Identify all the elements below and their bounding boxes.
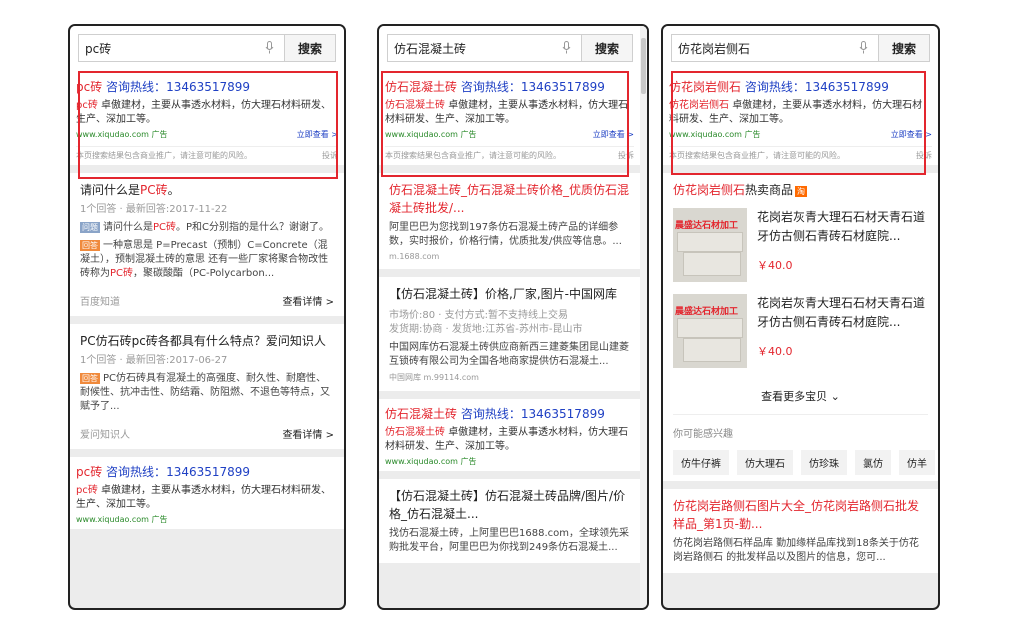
ad-description: 仿石混凝土砖 卓傲建材，主要从事透水材料，仿大理石材料研发、生产、深加工等。 <box>385 100 629 125</box>
ad-title[interactable]: 仿石混凝土砖 咨询热线：13463517899 <box>385 405 634 423</box>
product-item[interactable]: 晨盛达石材加工 花岗岩灰青大理石石材天青石道牙仿古侧石青砖石材庭院... ￥40… <box>673 294 928 368</box>
result-card[interactable]: 【仿石混凝土砖】仿石混凝土砖品牌/图片/价格_仿石混凝土... 找仿石混凝土砖，… <box>379 479 640 563</box>
product-image[interactable]: 晨盛达石材加工 <box>673 294 747 368</box>
search-query: 仿石混凝土砖 <box>394 41 467 56</box>
chip[interactable]: 仿牛仔裤 <box>673 450 729 475</box>
result-meta: 1个回答 · 最新回答:2017-11-22 <box>80 204 228 215</box>
ad-description: 仿花岗岩侧石 卓傲建材，主要从事透水材料，仿大理石材料研发、生产、深加工等。 <box>669 100 923 125</box>
scrollbar-thumb[interactable] <box>641 38 646 94</box>
hot-goods-card: 仿花岗岩侧石热卖商品淘 晨盛达石材加工 花岗岩灰青大理石石材天青石道牙仿古侧石青… <box>663 173 938 481</box>
ad-title[interactable]: pc砖 咨询热线：13463517899 <box>76 78 338 96</box>
phone-frame-1: pc砖 搜索 pc砖 咨询热线：13463517899 pc砖 卓傲建材，主要从… <box>68 24 346 610</box>
view-more-items-button[interactable]: 查看更多宝贝 ⌄ <box>673 380 928 415</box>
answer-snippet: 回答 一种意思是 P=Precast（预制）C=Concrete（混凝土），预制混… <box>80 240 329 279</box>
search-input[interactable]: 仿石混凝土砖 <box>387 34 581 62</box>
result-meta: 市场价:80 · 支付方式:暂不支持线上交易 <box>389 310 568 321</box>
result-card[interactable]: 【仿石混凝土砖】价格,厂家,图片-中国网库 市场价:80 · 支付方式:暂不支持… <box>379 277 640 391</box>
answer-snippet: 回答 PC仿石砖具有混凝土的高强度、耐久性、耐磨性、耐候性、抗冲击性、防结霜、防阻… <box>80 373 330 412</box>
ad-go-link[interactable]: 立即查看 > <box>891 129 932 140</box>
phone-frame-3: 仿花岗岩侧石 搜索 仿花岗岩侧石 咨询热线：13463517899 仿花岗岩侧石… <box>661 24 940 610</box>
ad-url-row: www.xiqudao.com 广告 立即查看 > <box>385 129 634 140</box>
result-card[interactable]: PC仿石砖pc砖各都具有什么特点？爱问知识人 1个回答 · 最新回答:2017-… <box>70 324 344 449</box>
ad-go-link[interactable]: 立即查看 > <box>297 129 338 140</box>
result-card[interactable]: 仿花岗岩路侧石图片大全_仿花岗岩路侧石批发样品_第1页-勤... 仿花岗岩路侧石… <box>663 489 938 573</box>
source-label: 爱问知识人 <box>80 430 130 441</box>
ad-disclaimer: 本页搜索结果包含商业推广，请注意可能的风险。 投诉 <box>385 146 634 161</box>
interest-label: 你可能感兴趣 <box>673 429 733 440</box>
product-name[interactable]: 花岗岩灰青大理石石材天青石道牙仿古侧石青砖石材庭院... <box>757 208 928 246</box>
result-title[interactable]: 【仿石混凝土砖】价格,厂家,图片-中国网库 <box>389 285 630 303</box>
report-link[interactable]: 投诉 <box>618 150 634 161</box>
ad-description: 仿石混凝土砖 卓傲建材，主要从事透水材料，仿大理石材料研发、生产、深加工等。 <box>385 427 629 452</box>
search-button[interactable]: 搜索 <box>878 34 930 62</box>
search-header: 仿花岗岩侧石 搜索 <box>663 26 938 72</box>
ad-title[interactable]: 仿花岗岩侧石 咨询热线：13463517899 <box>669 78 932 96</box>
taobao-badge: 淘 <box>795 186 808 197</box>
chip[interactable]: 仿珍珠 <box>801 450 847 475</box>
result-card[interactable]: 仿石混凝土砖_仿石混凝土砖价格_优质仿石混凝土砖批发/... 阿里巴巴为您找到1… <box>379 173 640 269</box>
ad-result[interactable]: 仿石混凝土砖 咨询热线：13463517899 仿石混凝土砖 卓傲建材，主要从事… <box>379 399 640 471</box>
ad-title[interactable]: pc砖 咨询热线：13463517899 <box>76 463 338 481</box>
ad-title[interactable]: 仿石混凝土砖 咨询热线：13463517899 <box>385 78 634 96</box>
search-button[interactable]: 搜索 <box>284 34 336 62</box>
ad-result[interactable]: 仿石混凝土砖 咨询热线：13463517899 仿石混凝土砖 卓傲建材，主要从事… <box>379 72 640 165</box>
result-title[interactable]: 仿石混凝土砖_仿石混凝土砖价格_优质仿石混凝土砖批发/... <box>389 181 630 217</box>
ad-disclaimer: 本页搜索结果包含商业推广，请注意可能的风险。 投诉 <box>76 146 338 161</box>
search-header: pc砖 搜索 <box>70 26 344 72</box>
result-snippet: 中国网库仿石混凝土砖供应商新西三建菱集团昆山建菱互锁砖有限公司为全国各地商家提供… <box>389 342 629 367</box>
hot-goods-title[interactable]: 仿花岗岩侧石热卖商品淘 <box>673 181 928 198</box>
mic-icon[interactable] <box>265 41 274 54</box>
result-card[interactable]: 请问什么是PC砖。 1个回答 · 最新回答:2017-11-22 问题 请问什么是… <box>70 173 344 316</box>
search-header: 仿石混凝土砖 搜索 <box>379 26 647 72</box>
ad-url-row: www.xiqudao.com 广告 <box>76 515 168 524</box>
product-image[interactable]: 晨盛达石材加工 <box>673 208 747 282</box>
result-snippet: 仿花岗岩路侧石样品库 勤加缘样品库找到18条关于仿花岗岩路侧石 的批发样品以及图… <box>673 538 919 563</box>
ad-url-row: www.xiqudao.com 广告 立即查看 > <box>669 129 932 140</box>
chevron-down-icon: ⌄ <box>830 390 840 403</box>
view-details-link[interactable]: 查看详情 > <box>282 293 334 308</box>
chip[interactable]: 仿羊 <box>899 450 935 475</box>
result-title[interactable]: 请问什么是PC砖。 <box>80 181 334 199</box>
chip[interactable]: 仿大理石 <box>737 450 793 475</box>
result-title[interactable]: 仿花岗岩路侧石图片大全_仿花岗岩路侧石批发样品_第1页-勤... <box>673 497 928 533</box>
chip[interactable]: 氯仿 <box>855 450 891 475</box>
result-title[interactable]: PC仿石砖pc砖各都具有什么特点？爱问知识人 <box>80 332 334 350</box>
result-title[interactable]: 【仿石混凝土砖】仿石混凝土砖品牌/图片/价格_仿石混凝土... <box>389 487 630 523</box>
ad-go-link[interactable]: 立即查看 > <box>593 129 634 140</box>
ad-url-row: www.xiqudao.com 广告 立即查看 > <box>76 129 338 140</box>
ad-description: pc砖 卓傲建材，主要从事透水材料，仿大理石材料研发、生产、深加工等。 <box>76 485 332 510</box>
search-button[interactable]: 搜索 <box>581 34 633 62</box>
ad-url-row: www.xiqudao.com 广告 <box>385 457 477 466</box>
view-details-link[interactable]: 查看详情 > <box>282 426 334 441</box>
product-name[interactable]: 花岗岩灰青大理石石材天青石道牙仿古侧石青砖石材庭院... <box>757 294 928 332</box>
source-label: 百度知道 <box>80 297 120 308</box>
ad-description: pc砖 卓傲建材，主要从事透水材料，仿大理石材料研发、生产、深加工等。 <box>76 100 332 125</box>
result-meta: 1个回答 · 最新回答:2017-06-27 <box>80 355 228 366</box>
interest-chips: 仿牛仔裤 仿大理石 仿珍珠 氯仿 仿羊 <box>673 450 935 475</box>
product-price: ￥40.0 <box>757 345 793 358</box>
scrollbar[interactable] <box>640 26 647 608</box>
search-input[interactable]: 仿花岗岩侧石 <box>671 34 878 62</box>
report-link[interactable]: 投诉 <box>916 150 932 161</box>
result-meta: 发货期:协商 · 发货地:江苏省-苏州市-昆山市 <box>389 324 583 335</box>
search-input[interactable]: pc砖 <box>78 34 284 62</box>
result-snippet: 阿里巴巴为您找到197条仿石混凝土砖产品的详细参数，实时报价，价格行情，优质批发… <box>389 222 622 247</box>
question-snippet: 问题 请问什么是PC砖。P和C分别指的是什么？谢谢了。 <box>80 222 330 233</box>
product-item[interactable]: 晨盛达石材加工 花岗岩灰青大理石石材天青石道牙仿古侧石青砖石材庭院... ￥40… <box>673 208 928 282</box>
search-query: pc砖 <box>85 41 112 56</box>
search-query: 仿花岗岩侧石 <box>678 41 751 56</box>
product-price: ￥40.0 <box>757 259 793 272</box>
ad-result[interactable]: 仿花岗岩侧石 咨询热线：13463517899 仿花岗岩侧石 卓傲建材，主要从事… <box>663 72 938 165</box>
mic-icon[interactable] <box>562 41 571 54</box>
ad-disclaimer: 本页搜索结果包含商业推广，请注意可能的风险。 投诉 <box>669 146 932 161</box>
result-site: 中国网库 m.99114.com <box>389 373 479 382</box>
phone-frame-2: 仿石混凝土砖 搜索 仿石混凝土砖 咨询热线：13463517899 仿石混凝土砖… <box>377 24 649 610</box>
result-site: m.1688.com <box>389 252 440 261</box>
mic-icon[interactable] <box>859 41 868 54</box>
result-snippet: 找仿石混凝土砖，上阿里巴巴1688.com，全球领先采购批发平台，阿里巴巴为你找… <box>389 528 629 553</box>
report-link[interactable]: 投诉 <box>322 150 338 161</box>
ad-result[interactable]: pc砖 咨询热线：13463517899 pc砖 卓傲建材，主要从事透水材料，仿… <box>70 72 344 165</box>
ad-result[interactable]: pc砖 咨询热线：13463517899 pc砖 卓傲建材，主要从事透水材料，仿… <box>70 457 344 529</box>
